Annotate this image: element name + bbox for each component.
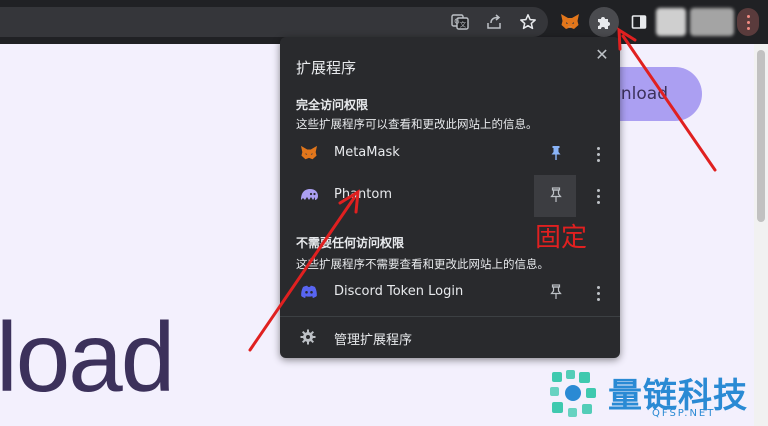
watermark-logo-icon [550, 370, 596, 417]
extension-name: Discord Token Login [334, 284, 464, 299]
profile-avatar[interactable] [656, 8, 686, 36]
pin-icon-active[interactable] [546, 143, 566, 163]
extensions-puzzle-icon[interactable] [589, 7, 619, 37]
no-access-description: 这些扩展程序不需要查看和更改此网站上的信息。 [296, 257, 549, 271]
gear-icon [298, 327, 318, 347]
translate-icon[interactable]: G文 [448, 10, 472, 34]
extension-name: MetaMask [334, 145, 400, 160]
discord-logo-icon [298, 281, 320, 303]
extension-row-discord-token-login[interactable]: Discord Token Login [280, 272, 620, 314]
watermark: 量链科技 QFSP.NET [546, 366, 768, 424]
full-access-heading: 完全访问权限 [296, 98, 369, 112]
annotation-label-pin: 固定 [535, 223, 588, 253]
close-icon[interactable]: ✕ [593, 45, 611, 64]
share-icon[interactable] [482, 10, 506, 34]
more-options-icon[interactable] [594, 284, 602, 302]
pin-icon[interactable] [546, 185, 566, 205]
more-options-icon[interactable] [594, 187, 602, 205]
profile-name-blurred [690, 8, 734, 36]
extension-row-metamask[interactable]: MetaMask [280, 133, 620, 175]
more-options-icon[interactable] [594, 145, 602, 163]
full-access-description: 这些扩展程序可以查看和更改此网站上的信息。 [296, 117, 538, 131]
manage-extensions-button[interactable]: 管理扩展程序 [280, 319, 620, 355]
watermark-domain: QFSP.NET [652, 408, 716, 419]
phantom-logo-icon [298, 184, 320, 206]
svg-text:文: 文 [460, 20, 467, 29]
pin-icon[interactable] [546, 282, 566, 302]
extensions-popup: 扩展程序 ✕ 完全访问权限 这些扩展程序可以查看和更改此网站上的信息。 Meta… [280, 37, 620, 358]
side-panel-icon[interactable] [627, 10, 651, 34]
popup-title: 扩展程序 [296, 59, 357, 77]
popup-divider [280, 316, 620, 317]
metamask-logo-icon [298, 142, 320, 164]
manage-extensions-label: 管理扩展程序 [334, 333, 413, 348]
hero-heading: load [0, 302, 175, 412]
extension-name: Phantom [334, 187, 392, 202]
chrome-menu-icon[interactable] [737, 8, 759, 36]
page-scroll-thumb[interactable] [757, 50, 765, 222]
extension-row-phantom[interactable]: Phantom [280, 175, 620, 217]
no-access-heading: 不需要任何访问权限 [296, 236, 405, 250]
metamask-icon[interactable] [558, 10, 582, 34]
bookmark-star-icon[interactable] [516, 10, 540, 34]
